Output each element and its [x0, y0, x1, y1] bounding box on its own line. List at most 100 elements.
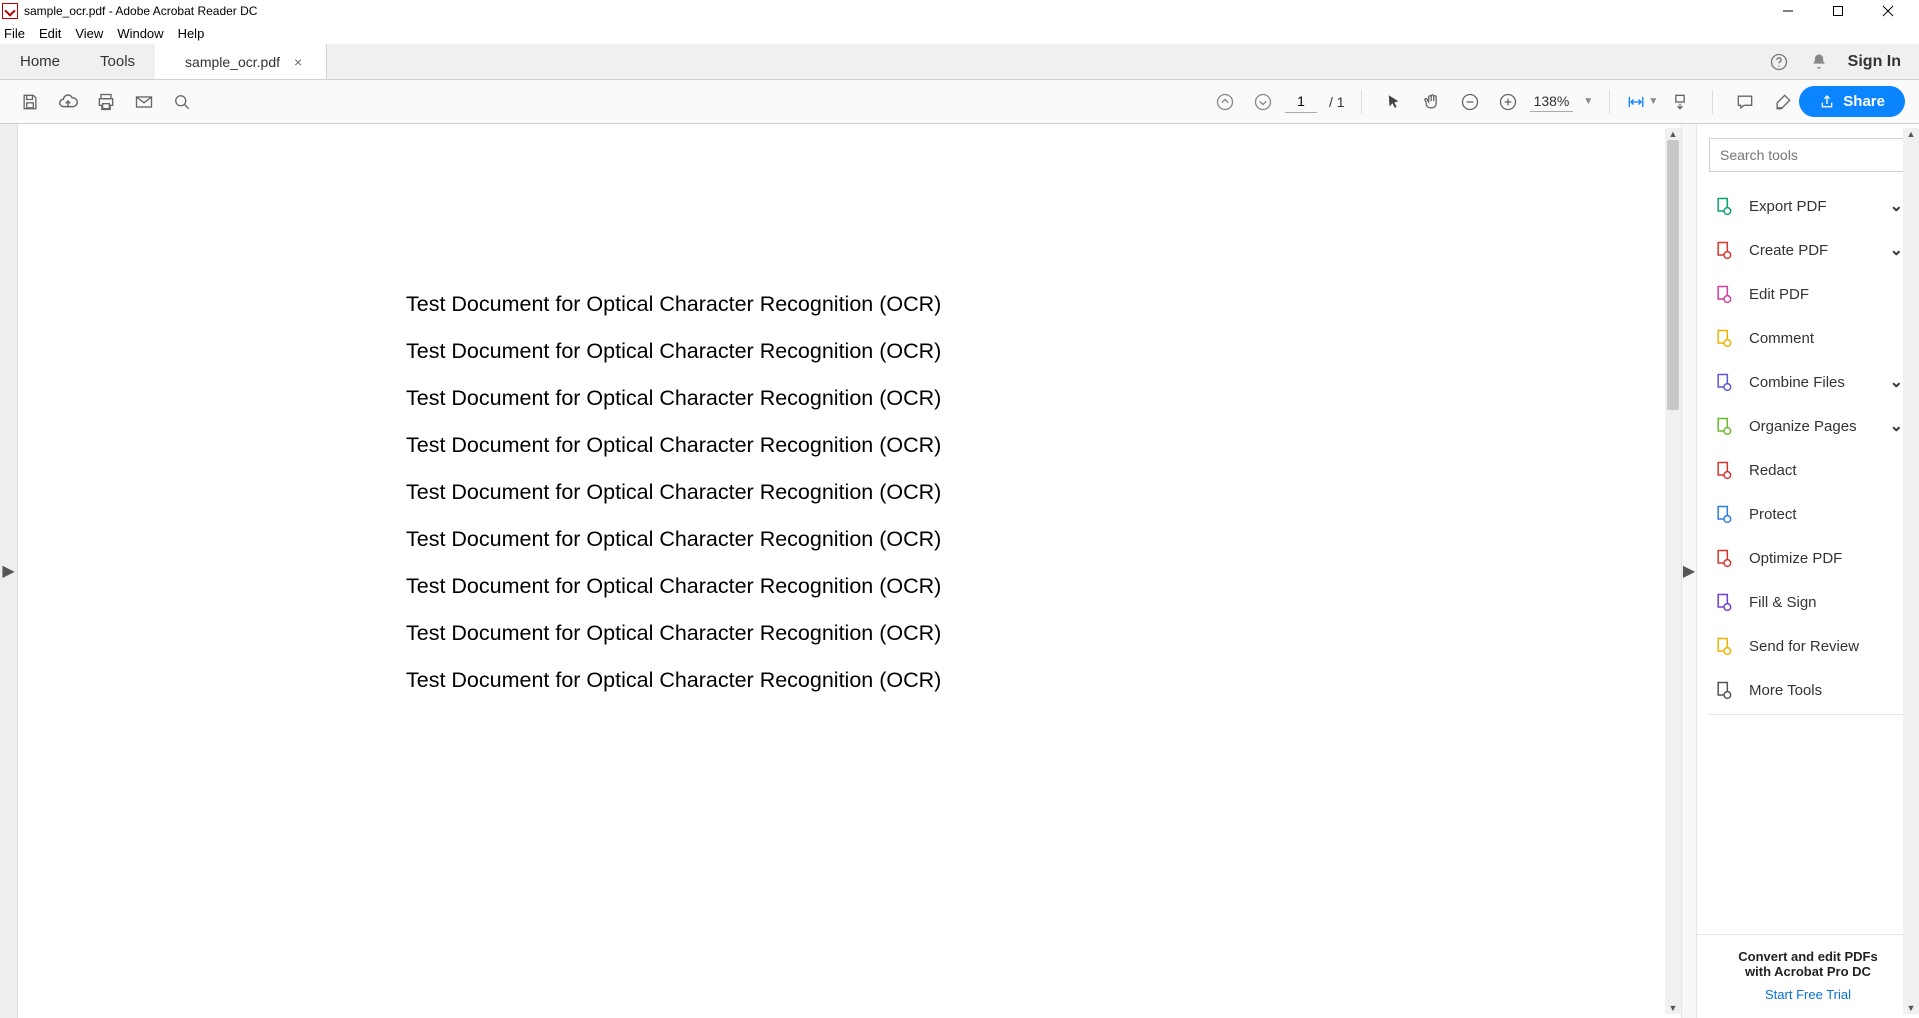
content-area: ▶ Test Document for Optical Character Re…: [0, 124, 1919, 1018]
window-title: sample_ocr.pdf - Adobe Acrobat Reader DC: [24, 4, 257, 18]
doc-line: Test Document for Optical Character Reco…: [406, 292, 1657, 317]
page-down-icon[interactable]: [1247, 86, 1279, 118]
hand-icon[interactable]: [1416, 86, 1448, 118]
tool-send-for-review[interactable]: Send for Review: [1697, 624, 1919, 668]
zoom-dropdown-icon[interactable]: ▼: [1583, 96, 1593, 107]
minimize-button[interactable]: [1771, 0, 1805, 22]
doc-scrollbar[interactable]: ▲ ▼: [1665, 128, 1681, 1014]
highlight-icon[interactable]: [1767, 86, 1799, 118]
tool-label: Optimize PDF: [1749, 550, 1842, 567]
mail-icon[interactable]: [128, 86, 160, 118]
chevron-down-icon[interactable]: ⌄: [1890, 196, 1903, 216]
page-up-icon[interactable]: [1209, 86, 1241, 118]
zoom-in-icon[interactable]: [1492, 86, 1524, 118]
doc-line: Test Document for Optical Character Reco…: [406, 527, 1657, 552]
zoom-value[interactable]: 138%: [1530, 91, 1574, 112]
pdf-page: Test Document for Optical Character Reco…: [26, 132, 1657, 1010]
tool-label: Send for Review: [1749, 638, 1859, 655]
bell-icon[interactable]: [1808, 51, 1830, 73]
menu-help[interactable]: Help: [178, 26, 205, 41]
tool-fill-sign[interactable]: Fill & Sign: [1697, 580, 1919, 624]
doc-line: Test Document for Optical Character Reco…: [406, 433, 1657, 458]
tab-bar: Home Tools sample_ocr.pdf × Sign In: [0, 44, 1919, 80]
cloud-icon[interactable]: [52, 86, 84, 118]
scroll-up-icon[interactable]: ▲: [1665, 128, 1681, 140]
tool-label: Combine Files: [1749, 374, 1845, 391]
doc-line: Test Document for Optical Character Reco…: [406, 339, 1657, 364]
menu-edit[interactable]: Edit: [39, 26, 61, 41]
search-icon[interactable]: [166, 86, 198, 118]
tool-label: Comment: [1749, 330, 1814, 347]
tool-more-tools[interactable]: More Tools: [1697, 668, 1919, 712]
panel-scrollbar[interactable]: ▲ ▼: [1903, 128, 1919, 1014]
menu-bar: File Edit View Window Help: [0, 22, 1919, 44]
tool-label: Create PDF: [1749, 242, 1828, 259]
tool-icon: [1713, 415, 1735, 437]
maximize-button[interactable]: [1821, 0, 1855, 22]
doc-line: Test Document for Optical Character Reco…: [406, 621, 1657, 646]
tool-icon: [1713, 679, 1735, 701]
sign-in-link[interactable]: Sign In: [1848, 53, 1901, 71]
zoom-out-icon[interactable]: [1454, 86, 1486, 118]
scrollbar-thumb[interactable]: [1667, 140, 1679, 410]
tab-home[interactable]: Home: [0, 44, 80, 79]
right-panel-toggle[interactable]: ▶: [1681, 124, 1697, 1018]
tool-create-pdf[interactable]: Create PDF ⌄: [1697, 228, 1919, 272]
chevron-down-icon[interactable]: ⌄: [1890, 240, 1903, 260]
page-number-input[interactable]: [1285, 91, 1317, 113]
tool-protect[interactable]: Protect: [1697, 492, 1919, 536]
doc-line: Test Document for Optical Character Reco…: [406, 668, 1657, 693]
tools-panel: Export PDF⌄ Create PDF ⌄ Edit PDF Comment Com…: [1697, 124, 1919, 1018]
menu-view[interactable]: View: [75, 26, 103, 41]
window-controls: [1771, 0, 1917, 22]
fit-width-icon[interactable]: ▼: [1626, 86, 1658, 118]
save-icon[interactable]: [14, 86, 46, 118]
document-viewport[interactable]: Test Document for Optical Character Reco…: [18, 124, 1681, 1018]
panel-footer: Convert and edit PDFs with Acrobat Pro D…: [1697, 934, 1919, 1018]
tool-icon: [1713, 591, 1735, 613]
footer-line1: Convert and edit PDFs: [1707, 949, 1909, 964]
scroll-down-icon[interactable]: ▼: [1903, 1002, 1919, 1014]
chevron-down-icon[interactable]: ⌄: [1890, 372, 1903, 392]
start-trial-link[interactable]: Start Free Trial: [1707, 987, 1909, 1002]
tool-redact[interactable]: Redact: [1697, 448, 1919, 492]
tool-icon: [1713, 195, 1735, 217]
tab-document-label: sample_ocr.pdf: [185, 54, 280, 70]
tool-label: Edit PDF: [1749, 286, 1809, 303]
close-button[interactable]: [1871, 0, 1905, 22]
tab-document[interactable]: sample_ocr.pdf ×: [155, 44, 327, 79]
search-input[interactable]: [1709, 138, 1907, 172]
menu-window[interactable]: Window: [117, 26, 163, 41]
tool-label: More Tools: [1749, 682, 1822, 699]
tab-tools[interactable]: Tools: [80, 44, 155, 79]
scroll-down-icon[interactable]: ▼: [1665, 1002, 1681, 1014]
menu-file[interactable]: File: [4, 26, 25, 41]
tool-edit-pdf[interactable]: Edit PDF: [1697, 272, 1919, 316]
tool-label: Organize Pages: [1749, 418, 1857, 435]
tool-organize-pages[interactable]: Organize Pages ⌄: [1697, 404, 1919, 448]
tool-icon: [1713, 283, 1735, 305]
chevron-down-icon[interactable]: ⌄: [1890, 416, 1903, 436]
doc-line: Test Document for Optical Character Reco…: [406, 480, 1657, 505]
page-scroll-icon[interactable]: [1664, 86, 1696, 118]
tool-export-pdf[interactable]: Export PDF⌄: [1697, 184, 1919, 228]
toolbar: / 1 138% ▼ ▼ Share: [0, 80, 1919, 124]
tab-close-icon[interactable]: ×: [294, 54, 302, 70]
help-icon[interactable]: [1768, 51, 1790, 73]
tool-label: Fill & Sign: [1749, 594, 1817, 611]
pointer-icon[interactable]: [1378, 86, 1410, 118]
tool-icon: [1713, 635, 1735, 657]
tool-comment[interactable]: Comment: [1697, 316, 1919, 360]
tool-icon: [1713, 327, 1735, 349]
print-icon[interactable]: [90, 86, 122, 118]
tool-combine-files[interactable]: Combine Files ⌄: [1697, 360, 1919, 404]
tool-icon: [1713, 503, 1735, 525]
tool-icon: [1713, 547, 1735, 569]
tool-label: Protect: [1749, 506, 1797, 523]
left-panel-toggle[interactable]: ▶: [0, 124, 18, 1018]
share-button-label: Share: [1843, 93, 1885, 110]
comment-icon[interactable]: [1729, 86, 1761, 118]
share-button[interactable]: Share: [1799, 86, 1905, 117]
scroll-up-icon[interactable]: ▲: [1903, 128, 1919, 140]
tool-optimize-pdf[interactable]: Optimize PDF: [1697, 536, 1919, 580]
